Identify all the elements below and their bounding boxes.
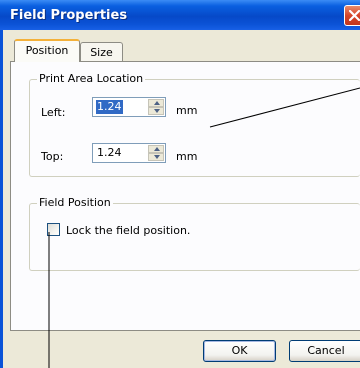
left-spinner[interactable] — [148, 99, 164, 115]
top-spin-input[interactable]: 1.24 — [92, 143, 166, 163]
left-decrement-button[interactable] — [148, 107, 164, 115]
close-icon — [349, 10, 360, 21]
cancel-button[interactable]: Cancel — [289, 340, 360, 362]
left-value[interactable]: 1.24 — [96, 100, 123, 114]
tab-position[interactable]: Position — [14, 39, 80, 62]
arrow-up-icon — [154, 101, 160, 105]
left-label: Left: — [41, 106, 66, 119]
close-button[interactable] — [344, 5, 360, 26]
top-increment-button[interactable] — [148, 145, 164, 153]
lock-field-label[interactable]: Lock the field position. — [66, 224, 190, 237]
ok-button[interactable]: OK — [203, 340, 276, 362]
field-position-group: Field Position — [29, 196, 360, 271]
lock-field-checkbox[interactable] — [47, 223, 60, 236]
tab-position-label: Position — [25, 44, 69, 57]
title-bar[interactable]: Field Properties — [0, 0, 360, 30]
left-increment-button[interactable] — [148, 99, 164, 107]
top-decrement-button[interactable] — [148, 153, 164, 161]
top-value[interactable]: 1.24 — [96, 146, 123, 160]
dialog-title: Field Properties — [10, 8, 128, 23]
tab-size-label: Size — [90, 46, 113, 59]
arrow-up-icon — [154, 147, 160, 151]
left-spin-input[interactable]: 1.24 — [92, 97, 166, 117]
arrow-down-icon — [154, 109, 160, 113]
left-unit-label: mm — [176, 104, 198, 117]
print-area-location-legend: Print Area Location — [37, 72, 146, 85]
arrow-down-icon — [154, 155, 160, 159]
cancel-button-label: Cancel — [307, 344, 345, 357]
screenshot-stage: Field Properties Position Size Print Are… — [0, 0, 360, 368]
top-unit-label: mm — [176, 150, 198, 163]
field-position-legend: Field Position — [37, 196, 113, 209]
ok-button-label: OK — [231, 344, 248, 357]
top-spinner[interactable] — [148, 145, 164, 161]
tab-size[interactable]: Size — [80, 42, 123, 62]
top-label: Top: — [41, 150, 64, 163]
